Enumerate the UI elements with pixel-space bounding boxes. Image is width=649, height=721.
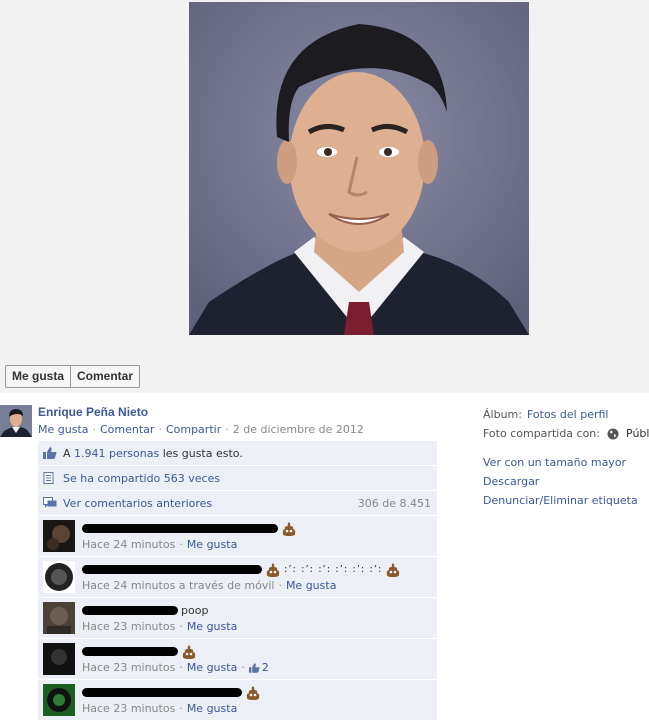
- poop-emoticon: [387, 562, 400, 577]
- comment-like-link[interactable]: Me gusta: [286, 579, 337, 592]
- post-date[interactable]: 2 de diciembre de 2012: [233, 423, 364, 436]
- shares-row: Se ha compartido 563 veces: [38, 466, 437, 491]
- commenter-avatar[interactable]: [43, 643, 75, 675]
- profile-photo[interactable]: [189, 2, 529, 335]
- post-comment-link[interactable]: Comentar: [100, 423, 154, 436]
- like-button[interactable]: Me gusta: [6, 366, 70, 387]
- author-name-link[interactable]: Enrique Peña Nieto: [38, 405, 148, 419]
- photo-stage: Me gusta Comentar: [0, 0, 649, 393]
- shared-with-label: Foto compartida con:: [483, 427, 600, 440]
- view-previous-row: Ver comentarios anteriores 306 de 8.451: [38, 491, 437, 516]
- author-avatar[interactable]: [0, 405, 32, 437]
- comments-icon: [43, 497, 57, 508]
- thumbs-up-icon: [43, 447, 57, 459]
- view-previous-comments-link[interactable]: Ver comentarios anteriores: [63, 497, 212, 510]
- share-icon: [43, 472, 54, 484]
- commenter-avatar[interactable]: [43, 602, 75, 634]
- comment-like-link[interactable]: Me gusta: [187, 620, 238, 633]
- redacted-name: [82, 688, 242, 697]
- comment-count: 306 de 8.451: [357, 496, 431, 510]
- report-tag-link[interactable]: Denunciar/Eliminar etiqueta: [483, 494, 638, 507]
- poop-emoticon: [182, 644, 196, 659]
- post-share-link[interactable]: Compartir: [166, 423, 221, 436]
- comment-item: Hace 23 minutos · Me gusta: [38, 680, 437, 721]
- album-label: Álbum:: [483, 408, 522, 421]
- likes-summary-row: A 1.941 personas les gusta esto.: [38, 441, 437, 466]
- separator: ·: [92, 423, 97, 436]
- commenter-avatar[interactable]: [43, 684, 75, 716]
- globe-icon: [607, 428, 619, 439]
- comment-time[interactable]: Hace 24 minutos: [82, 538, 175, 551]
- redacted-name: [82, 647, 178, 656]
- comment-like-link[interactable]: Me gusta: [187, 702, 238, 715]
- album-row: Álbum: Fotos del perfil: [483, 405, 649, 424]
- comment-item: Hace 24 minutos · Me gusta: [38, 516, 437, 557]
- likes-summary-text: A 1.941 personas les gusta esto.: [63, 446, 243, 460]
- commenter-avatar[interactable]: [43, 561, 75, 593]
- separator: ·: [158, 423, 162, 436]
- comment-likes-count[interactable]: 2: [262, 661, 269, 674]
- photo-action-bar: Me gusta Comentar: [5, 365, 141, 388]
- comment-item: poop Hace 23 minutos · Me gusta: [38, 598, 437, 639]
- poop-emoticon: [266, 562, 280, 577]
- comment-like-link[interactable]: Me gusta: [187, 538, 238, 551]
- redacted-name: [82, 565, 262, 574]
- album-link[interactable]: Fotos del perfil: [527, 408, 609, 421]
- likes-count-link[interactable]: 1.941 personas: [74, 447, 159, 460]
- privacy-label: Público: [626, 427, 649, 440]
- poop-emoticon: [282, 521, 296, 536]
- comment-like-link[interactable]: Me gusta: [187, 661, 238, 674]
- comment-time[interactable]: Hace 23 minutos: [82, 620, 175, 633]
- feedback-section: A 1.941 personas les gusta esto. Se ha c…: [38, 441, 437, 721]
- redacted-name: [82, 606, 178, 615]
- poop-emoticon: [246, 685, 260, 700]
- download-link[interactable]: Descargar: [483, 475, 539, 488]
- comment-item: Hace 23 minutos · Me gusta · 2: [38, 639, 437, 680]
- separator: ·: [225, 423, 229, 436]
- post-actions: Me gusta · Comentar · Compartir · 2 de diciemb…: [38, 423, 364, 436]
- view-larger-link[interactable]: Ver con un tamaño mayor: [483, 456, 626, 469]
- redacted-name: [82, 524, 278, 533]
- shares-link[interactable]: Se ha compartido 563 veces: [63, 472, 220, 485]
- privacy-row: Foto compartida con: Público: [483, 424, 649, 443]
- photo-sidebar: Álbum: Fotos del perfil Foto compartida …: [483, 405, 649, 510]
- comment-item: :’: :’: :’: :’: :’: :’: Hace 24 minutos …: [38, 557, 437, 598]
- post-like-link[interactable]: Me gusta: [38, 423, 89, 436]
- privacy-selector[interactable]: Público: [607, 427, 649, 440]
- commenter-avatar[interactable]: [43, 520, 75, 552]
- comment-time[interactable]: Hace 23 minutos: [82, 661, 175, 674]
- thumbs-up-icon: [248, 662, 260, 673]
- comment-text: poop: [181, 604, 209, 617]
- comment-time[interactable]: Hace 23 minutos: [82, 702, 175, 715]
- comment-button[interactable]: Comentar: [70, 366, 139, 387]
- comment-time[interactable]: Hace 24 minutos a través de móvil: [82, 579, 274, 592]
- comment-text: :’: :’: :’: :’: :’: :’:: [284, 564, 383, 575]
